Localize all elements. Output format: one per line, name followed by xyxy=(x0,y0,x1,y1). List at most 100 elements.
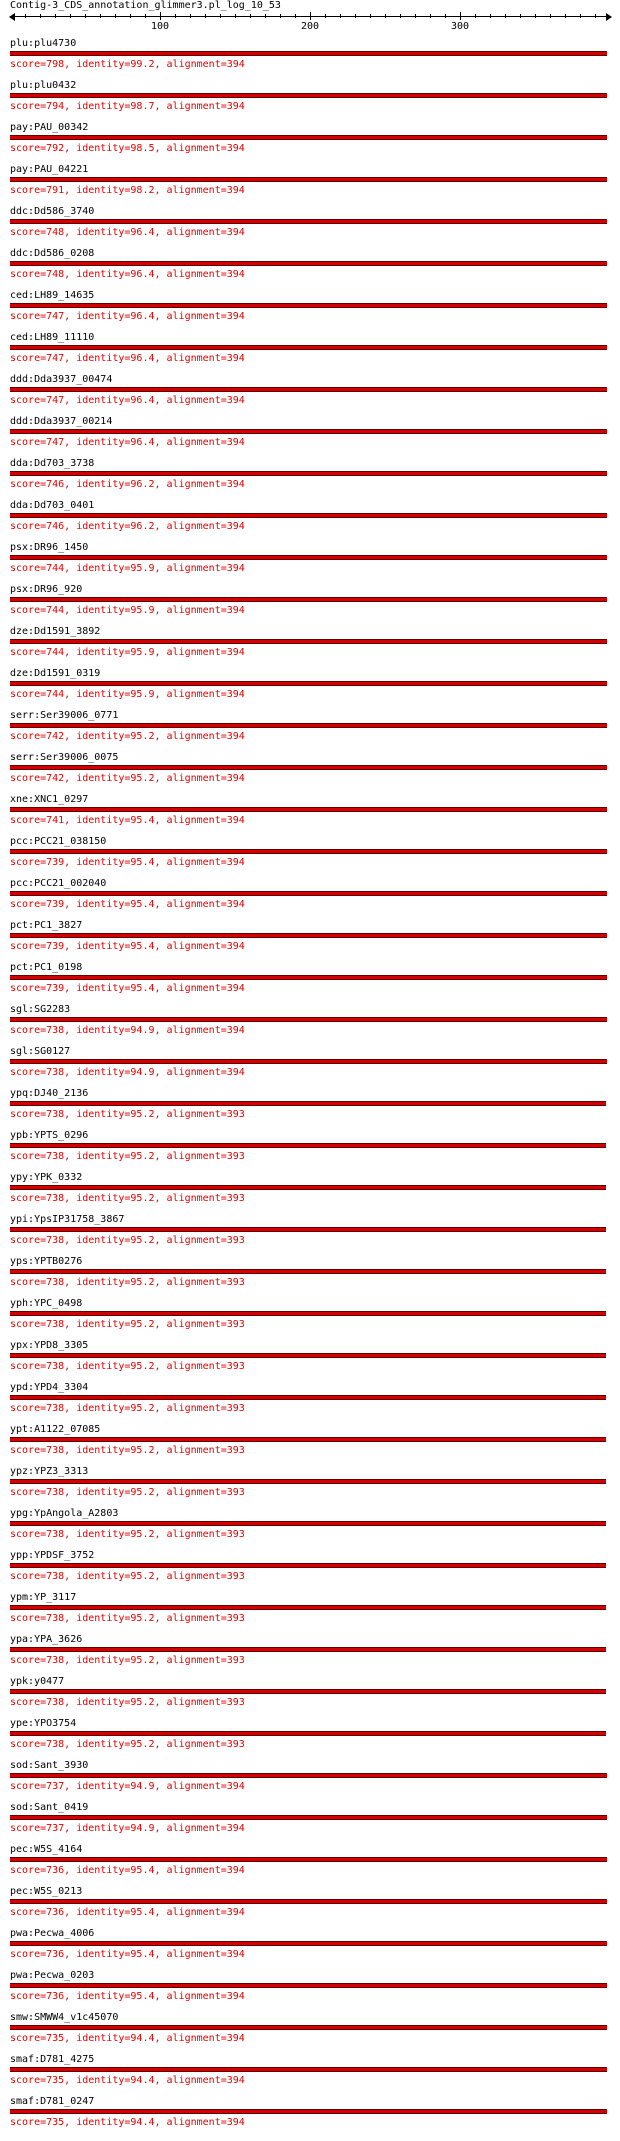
hit-bar[interactable] xyxy=(10,1227,606,1232)
hit-name[interactable]: smaf:D781_4275 xyxy=(10,2054,94,2066)
hit-name[interactable]: sod:Sant_3930 xyxy=(10,1760,88,1772)
hit-bar[interactable] xyxy=(10,471,607,476)
hit-name[interactable]: ced:LH89_14635 xyxy=(10,290,94,302)
hit-name[interactable]: pwa:Pecwa_0203 xyxy=(10,1970,94,1982)
hit-name[interactable]: dze:Dd1591_0319 xyxy=(10,668,100,680)
hit-bar[interactable] xyxy=(10,1983,607,1988)
hit-name[interactable]: ypk:y0477 xyxy=(10,1676,64,1688)
hit-bar[interactable] xyxy=(10,849,607,854)
hit-name[interactable]: ypp:YPDSF_3752 xyxy=(10,1550,94,1562)
hit-name[interactable]: dda:Dd703_3738 xyxy=(10,458,94,470)
hit-bar[interactable] xyxy=(10,1899,607,1904)
hit-name[interactable]: pct:PC1_3827 xyxy=(10,920,82,932)
hit-bar[interactable] xyxy=(10,93,607,98)
hit-name[interactable]: dze:Dd1591_3892 xyxy=(10,626,100,638)
hit-bar[interactable] xyxy=(10,1101,606,1106)
hit-bar[interactable] xyxy=(10,723,607,728)
hit-bar[interactable] xyxy=(10,639,607,644)
hit-bar[interactable] xyxy=(10,2109,607,2114)
hit-name[interactable]: yps:YPTB0276 xyxy=(10,1256,82,1268)
hit-name[interactable]: pct:PC1_0198 xyxy=(10,962,82,974)
hit-bar[interactable] xyxy=(10,1605,606,1610)
hit-bar[interactable] xyxy=(10,555,607,560)
hit-name[interactable]: yph:YPC_0498 xyxy=(10,1298,82,1310)
hit-name[interactable]: pec:W5S_0213 xyxy=(10,1886,82,1898)
hit-name[interactable]: sgl:SG0127 xyxy=(10,1046,70,1058)
hit-bar[interactable] xyxy=(10,765,607,770)
hit-bar[interactable] xyxy=(10,513,607,518)
hit-name[interactable]: pcc:PCC21_038150 xyxy=(10,836,106,848)
hit-bar[interactable] xyxy=(10,933,607,938)
hit-bar[interactable] xyxy=(10,1773,607,1778)
hit-name[interactable]: plu:plu4730 xyxy=(10,38,76,50)
hit-bar[interactable] xyxy=(10,891,607,896)
hit-bar[interactable] xyxy=(10,345,607,350)
hit-bar[interactable] xyxy=(10,1521,606,1526)
hit-bar[interactable] xyxy=(10,1311,606,1316)
hit-bar[interactable] xyxy=(10,597,607,602)
hit-bar[interactable] xyxy=(10,1941,607,1946)
hit-bar[interactable] xyxy=(10,135,607,140)
hit-name[interactable]: plu:plu0432 xyxy=(10,80,76,92)
hit-bar[interactable] xyxy=(10,429,607,434)
hit-name[interactable]: ypy:YPK_0332 xyxy=(10,1172,82,1184)
hit-name[interactable]: pay:PAU_04221 xyxy=(10,164,88,176)
hit-name[interactable]: ddc:Dd586_3740 xyxy=(10,206,94,218)
hit-bar[interactable] xyxy=(10,1815,607,1820)
hit-name[interactable]: smaf:D781_0247 xyxy=(10,2096,94,2108)
hit-bar[interactable] xyxy=(10,387,607,392)
hit-name[interactable]: ddd:Dda3937_00474 xyxy=(10,374,112,386)
hit-bar[interactable] xyxy=(10,1731,606,1736)
hit-name[interactable]: ypt:A1122_07085 xyxy=(10,1424,100,1436)
hit-name[interactable]: pwa:Pecwa_4006 xyxy=(10,1928,94,1940)
hit-name[interactable]: pec:W5S_4164 xyxy=(10,1844,82,1856)
hit-name[interactable]: ypz:YPZ3_3313 xyxy=(10,1466,88,1478)
hit-bar[interactable] xyxy=(10,1857,607,1862)
hit-name[interactable]: psx:DR96_920 xyxy=(10,584,82,596)
hit-bar[interactable] xyxy=(10,1689,606,1694)
hit-bar[interactable] xyxy=(10,1647,606,1652)
hit-bar[interactable] xyxy=(10,1353,606,1358)
hit-name[interactable]: ypb:YPTS_0296 xyxy=(10,1130,88,1142)
hit-name[interactable]: ypm:YP_3117 xyxy=(10,1592,76,1604)
hit-bar[interactable] xyxy=(10,1269,606,1274)
hit-name[interactable]: ypi:YpsIP31758_3867 xyxy=(10,1214,124,1226)
hit-name[interactable]: pay:PAU_00342 xyxy=(10,122,88,134)
hit-bar[interactable] xyxy=(10,219,607,224)
hit-name[interactable]: smw:SMWW4_v1c45070 xyxy=(10,2012,118,2024)
hit-bar[interactable] xyxy=(10,1395,606,1400)
hit-name[interactable]: ype:YPO3754 xyxy=(10,1718,76,1730)
hit-bar[interactable] xyxy=(10,1479,606,1484)
hit-bar[interactable] xyxy=(10,1185,606,1190)
hit-name[interactable]: serr:Ser39006_0075 xyxy=(10,752,118,764)
hit-name[interactable]: serr:Ser39006_0771 xyxy=(10,710,118,722)
hit-name[interactable]: ypd:YPD4_3304 xyxy=(10,1382,88,1394)
hit-bar[interactable] xyxy=(10,303,607,308)
hit-name[interactable]: dda:Dd703_0401 xyxy=(10,500,94,512)
hit-bar[interactable] xyxy=(10,2025,607,2030)
hit-name[interactable]: ypq:DJ40_2136 xyxy=(10,1088,88,1100)
hit-bar[interactable] xyxy=(10,2067,607,2072)
hit-bar[interactable] xyxy=(10,807,607,812)
hit-name[interactable]: xne:XNC1_0297 xyxy=(10,794,88,806)
hit-name[interactable]: psx:DR96_1450 xyxy=(10,542,88,554)
hit-bar[interactable] xyxy=(10,1563,606,1568)
hit-name[interactable]: pcc:PCC21_002040 xyxy=(10,878,106,890)
hit-name[interactable]: ypx:YPD8_3305 xyxy=(10,1340,88,1352)
hit-name[interactable]: ced:LH89_11110 xyxy=(10,332,94,344)
hit-bar[interactable] xyxy=(10,261,607,266)
hit-bar[interactable] xyxy=(10,681,607,686)
hit-name[interactable]: sgl:SG2283 xyxy=(10,1004,70,1016)
hit-bar[interactable] xyxy=(10,1437,606,1442)
hit-name[interactable]: ddd:Dda3937_00214 xyxy=(10,416,112,428)
hit-name[interactable]: ypg:YpAngola_A2803 xyxy=(10,1508,118,1520)
hit-bar[interactable] xyxy=(10,1059,607,1064)
hit-bar[interactable] xyxy=(10,1143,606,1148)
hit-bar[interactable] xyxy=(10,975,607,980)
hit-name[interactable]: ypa:YPA_3626 xyxy=(10,1634,82,1646)
hit-name[interactable]: sod:Sant_0419 xyxy=(10,1802,88,1814)
hit-name[interactable]: ddc:Dd586_0208 xyxy=(10,248,94,260)
hit-bar[interactable] xyxy=(10,1017,607,1022)
hit-bar[interactable] xyxy=(10,51,607,56)
hit-bar[interactable] xyxy=(10,177,607,182)
